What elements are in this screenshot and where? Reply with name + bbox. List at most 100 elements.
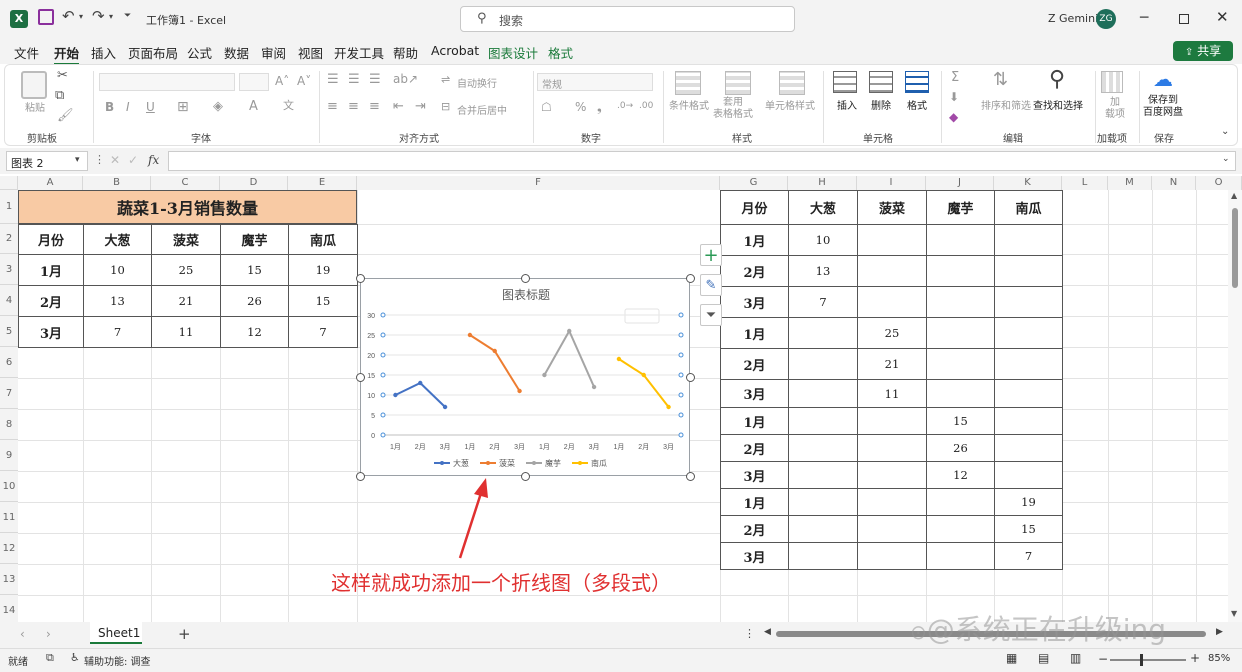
chart-resize-handle[interactable]: [356, 373, 365, 382]
right-table-cell[interactable]: 3月: [720, 286, 789, 318]
row-header-6[interactable]: 6: [0, 347, 18, 378]
scroll-down-icon[interactable]: ▼: [1231, 610, 1237, 618]
tab-page-layout[interactable]: 页面布局: [128, 43, 178, 62]
chart-styles-button[interactable]: ✎: [700, 274, 722, 296]
cell-style-icon[interactable]: [779, 71, 805, 95]
find-select-icon[interactable]: ⚲: [1049, 69, 1065, 91]
chart-frame[interactable]: 图表标题 0 5 10 15 20 25 30 1月 2月 3月 1月 2月 3月 1月 2月 3月 1月 2月 3…: [360, 278, 690, 476]
column-header-N[interactable]: N: [1152, 176, 1196, 190]
row-header-4[interactable]: 4: [0, 285, 18, 316]
right-table-cell[interactable]: [994, 348, 1063, 380]
column-header-O[interactable]: O: [1196, 176, 1242, 190]
right-table-cell[interactable]: [788, 434, 858, 462]
column-header-G[interactable]: G: [720, 176, 788, 190]
table-cell[interactable]: 3月: [18, 316, 84, 348]
tab-prev-icon[interactable]: ‹: [20, 628, 25, 640]
right-table-cell[interactable]: [994, 317, 1063, 349]
delete-cells-label[interactable]: 删除: [871, 97, 891, 112]
cancel-entry-icon[interactable]: ✕: [110, 154, 120, 166]
right-table-cell[interactable]: [857, 488, 927, 516]
indent-decrease-icon[interactable]: ⇤: [393, 100, 404, 113]
bold-icon[interactable]: B: [105, 101, 114, 113]
table-cell[interactable]: 21: [151, 285, 221, 317]
align-center-icon[interactable]: ≡: [348, 100, 359, 113]
column-header-H[interactable]: H: [788, 176, 857, 190]
right-table-cell[interactable]: [857, 434, 927, 462]
macro-record-icon[interactable]: ⧉: [46, 652, 54, 663]
orientation-icon[interactable]: ab↗: [393, 73, 418, 85]
column-header-M[interactable]: M: [1108, 176, 1152, 190]
column-header-A[interactable]: A: [18, 176, 83, 190]
wrap-text-icon[interactable]: ⇌: [441, 74, 450, 85]
share-button[interactable]: ⇪ 共享: [1173, 41, 1233, 61]
right-table-header-cell[interactable]: 魔芋: [926, 190, 995, 225]
conditional-format-icon[interactable]: [675, 71, 701, 95]
right-table-header-cell[interactable]: 大葱: [788, 190, 858, 225]
table-cell[interactable]: 1月: [18, 254, 84, 286]
tab-view[interactable]: 视图: [298, 43, 323, 62]
table-cell[interactable]: 26: [220, 285, 289, 317]
font-name-select[interactable]: [99, 73, 235, 91]
right-table-cell[interactable]: [994, 255, 1063, 287]
redo-dropdown-icon[interactable]: ▾: [109, 13, 113, 21]
table-cell[interactable]: 19: [288, 254, 358, 286]
borders-icon[interactable]: ⊞: [177, 100, 189, 114]
chart-resize-handle[interactable]: [521, 472, 530, 481]
redo-icon[interactable]: ↷: [92, 9, 105, 24]
scroll-right-icon[interactable]: ▶: [1216, 628, 1223, 637]
minimize-icon[interactable]: ─: [1140, 11, 1148, 25]
right-table-cell[interactable]: [926, 348, 995, 380]
right-table-cell[interactable]: [788, 488, 858, 516]
phonetic-icon[interactable]: 文: [283, 100, 294, 111]
chart-resize-handle[interactable]: [686, 472, 695, 481]
column-header-I[interactable]: I: [857, 176, 926, 190]
name-box[interactable]: 图表 2 ▾: [6, 151, 88, 171]
right-table-cell[interactable]: [857, 461, 927, 489]
right-table-cell[interactable]: [994, 379, 1063, 408]
right-table-cell[interactable]: 13: [788, 255, 858, 287]
number-format-select[interactable]: 常规: [537, 73, 653, 91]
table-cell[interactable]: 7: [83, 316, 152, 348]
chart-resize-handle[interactable]: [356, 274, 365, 283]
paste-icon[interactable]: [21, 71, 47, 99]
expand-formula-icon[interactable]: ⌄: [1222, 155, 1230, 164]
column-header-J[interactable]: J: [926, 176, 994, 190]
right-table-header-cell[interactable]: 月份: [720, 190, 789, 225]
paste-label[interactable]: 粘贴: [25, 99, 45, 114]
right-table-cell[interactable]: [788, 317, 858, 349]
table-header-cell[interactable]: 菠菜: [151, 224, 221, 255]
ribbon-collapse-icon[interactable]: ⌄: [1221, 127, 1229, 137]
table-format-label[interactable]: 套用 表格格式: [713, 97, 753, 121]
right-table-cell[interactable]: 15: [994, 515, 1063, 543]
chart-filters-button[interactable]: ⏷: [700, 304, 722, 326]
align-bottom-icon[interactable]: ☰: [369, 73, 381, 86]
column-header-B[interactable]: B: [83, 176, 151, 190]
right-table-cell[interactable]: 3月: [720, 379, 789, 408]
sheet-tab-sheet1[interactable]: Sheet1: [90, 622, 142, 644]
table-cell[interactable]: 25: [151, 254, 221, 286]
merge-center-label[interactable]: 合并后居中: [457, 102, 507, 117]
font-size-select[interactable]: [239, 73, 269, 91]
right-table-cell[interactable]: 3月: [720, 461, 789, 489]
insert-cells-icon[interactable]: [833, 71, 857, 93]
chart-resize-handle[interactable]: [686, 373, 695, 382]
clear-icon[interactable]: ◆: [949, 111, 958, 123]
italic-icon[interactable]: I: [126, 101, 130, 113]
right-table-cell[interactable]: [994, 461, 1063, 489]
tab-review[interactable]: 审阅: [261, 43, 286, 62]
undo-dropdown-icon[interactable]: ▾: [79, 13, 83, 21]
table-cell[interactable]: 15: [220, 254, 289, 286]
zoom-slider-thumb[interactable]: [1140, 654, 1143, 666]
align-middle-icon[interactable]: ☰: [348, 73, 360, 86]
zoom-out-icon[interactable]: −: [1098, 653, 1108, 665]
right-table-cell[interactable]: 3月: [720, 542, 789, 570]
accessibility-icon[interactable]: ♿: [70, 652, 80, 663]
tab-next-icon[interactable]: ›: [46, 628, 51, 640]
right-table-cell[interactable]: [994, 407, 1063, 435]
row-header-8[interactable]: 8: [0, 409, 18, 440]
comma-icon[interactable]: ❟: [597, 101, 602, 113]
right-table-cell[interactable]: [788, 407, 858, 435]
vertical-scrollbar[interactable]: ▲ ▼: [1228, 190, 1242, 622]
align-top-icon[interactable]: ☰: [327, 73, 339, 86]
page-break-view-icon[interactable]: ▥: [1070, 652, 1081, 664]
